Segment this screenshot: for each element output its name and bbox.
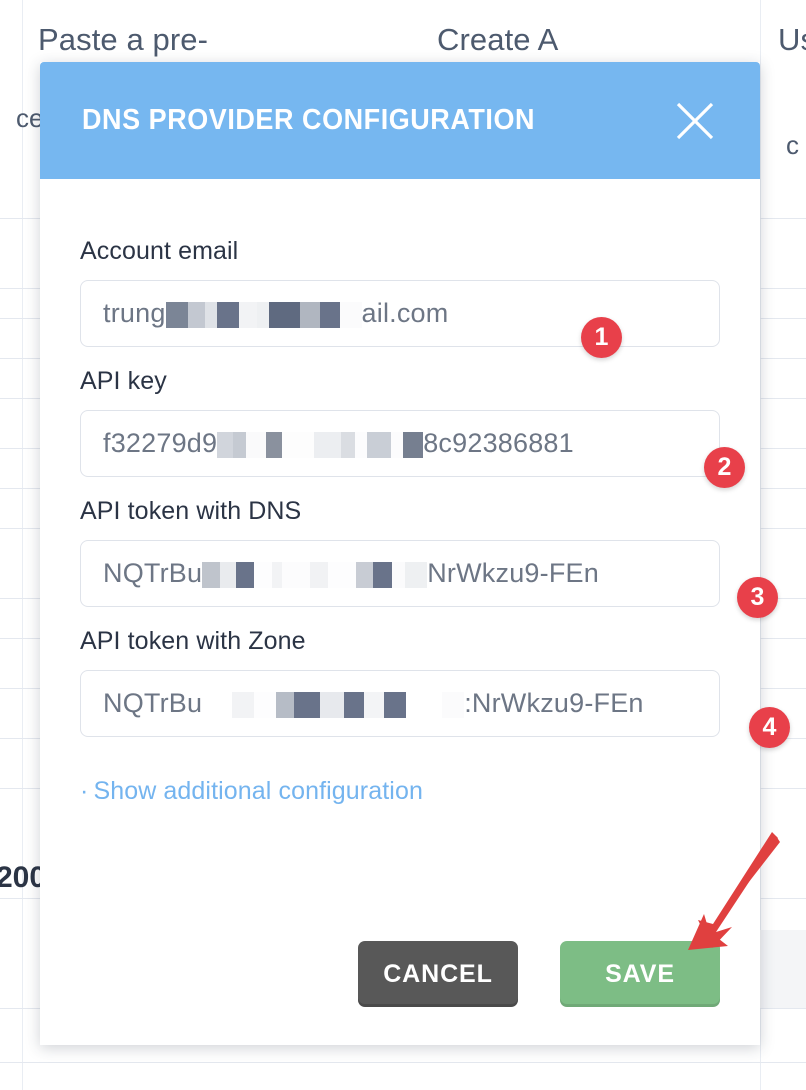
redaction-blocks [202,559,428,588]
redaction-block [373,561,393,588]
background-heading: Create A [437,22,559,57]
cancel-button[interactable]: CANCEL [358,941,518,1007]
redaction-block [405,561,428,588]
redaction-block [356,561,374,588]
redaction-block [220,561,237,588]
field-group-api-token-dns: API token with DNS NQTrBu NrWkzu9-FEn 3 [80,497,778,618]
api-token-dns-input[interactable]: NQTrBu NrWkzu9-FEn [80,540,720,607]
redaction-block [165,301,188,328]
value-suffix: ail.com [361,298,449,328]
redaction-block [299,301,320,328]
background-text: c [786,130,799,160]
field-group-api-token-zone: API token with Zone NQTrBu :NrWkzu9-FEn … [80,627,790,748]
redaction-block [204,301,217,328]
api-token-zone-label: API token with Zone [80,627,306,655]
dns-provider-configuration-modal: DNS PROVIDER CONFIGURATION Account email… [40,62,790,1045]
redaction-block [310,561,329,588]
screen: Paste a pre- Create A Us ce c 200 DNS PR… [0,0,806,1090]
api-token-dns-label: API token with DNS [80,497,302,525]
redaction-block [364,691,385,718]
redaction-block [268,301,300,328]
account-email-input[interactable]: trung ail.com [80,280,720,347]
redaction-block [392,561,406,588]
background-vertical-rule [22,0,23,1090]
background-vertical-rule [760,0,761,1090]
redaction-block [367,431,392,458]
redaction-block [341,431,356,458]
value-suffix: :NrWkzu9-FEn [464,688,644,718]
redaction-block [339,301,362,328]
modal-footer: CANCEL SAVE [40,925,760,1045]
modal-body: Account email trung ail.com 1 API key f3… [40,179,790,806]
redaction-block [391,431,404,458]
redaction-block [202,691,233,718]
step-badge-2: 2 [704,447,745,488]
api-key-value: f32279d9 8c92386881 [103,429,574,458]
redaction-block [256,301,269,328]
redaction-block [328,561,357,588]
api-token-dns-value: NQTrBu NrWkzu9-FEn [103,559,599,588]
background-rule [0,1062,806,1063]
redaction-block [236,561,255,588]
step-badge-3: 3 [737,577,778,618]
api-token-zone-input[interactable]: NQTrBu :NrWkzu9-FEn [80,670,720,737]
step-badge-4: 4 [749,707,790,748]
field-group-api-key: API key f32279d9 8c92386881 2 [80,367,745,488]
save-button[interactable]: SAVE [560,941,720,1007]
api-key-input[interactable]: f32279d9 8c92386881 [80,410,720,477]
account-email-value: trung ail.com [103,299,448,328]
redaction-block [202,561,221,588]
redaction-block [233,431,247,458]
redaction-block [217,431,234,458]
redaction-block [355,431,368,458]
redaction-block [403,431,424,458]
api-key-label: API key [80,367,167,395]
redaction-block [282,431,315,458]
close-icon[interactable] [672,98,718,144]
redaction-block [254,691,277,718]
redaction-block [406,691,443,718]
background-heading: Us [778,22,806,57]
show-additional-configuration-label: Show additional configuration [93,777,423,805]
redaction-block [282,561,311,588]
redaction-block [254,561,273,588]
background-heading: Paste a pre- [38,22,209,57]
redaction-block [384,691,407,718]
redaction-block [314,431,342,458]
redaction-block [232,691,255,718]
redaction-block [246,431,267,458]
redaction-block [238,301,257,328]
modal-title: DNS PROVIDER CONFIGURATION [82,104,536,136]
value-prefix: f32279d9 [103,428,218,458]
show-additional-configuration-link[interactable]: · Show additional configuration [80,777,423,806]
redaction-block [319,301,340,328]
redaction-block [442,691,465,718]
step-badge-1: 1 [581,317,622,358]
field-group-account-email: Account email trung ail.com 1 [80,237,720,358]
modal-header: DNS PROVIDER CONFIGURATION [40,62,760,179]
redaction-blocks [202,689,465,718]
value-suffix: 8c92386881 [423,428,574,458]
redaction-block [276,691,295,718]
background-cell-shade [760,930,806,1008]
value-suffix: NrWkzu9-FEn [427,558,599,588]
redaction-block [344,691,365,718]
redaction-blocks [217,429,424,458]
redaction-block [320,691,345,718]
bullet-icon: · [80,777,89,805]
redaction-block [266,431,283,458]
account-email-label: Account email [80,237,239,265]
redaction-block [294,691,321,718]
redaction-block [272,561,283,588]
value-prefix: NQTrBu [103,558,203,588]
value-prefix: NQTrBu [103,688,203,718]
redaction-block [187,301,205,328]
api-token-zone-value: NQTrBu :NrWkzu9-FEn [103,689,644,718]
redaction-block [216,301,239,328]
redaction-blocks [165,299,362,328]
value-prefix: trung [103,298,166,328]
